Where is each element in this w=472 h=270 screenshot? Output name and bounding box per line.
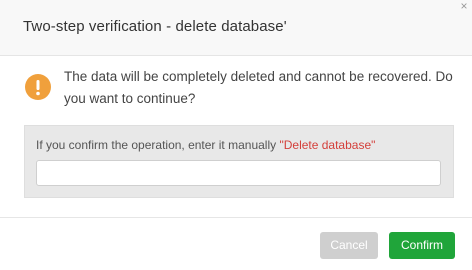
confirm-instruction: If you confirm the operation, enter it m… — [36, 138, 375, 152]
confirm-panel: If you confirm the operation, enter it m… — [24, 125, 454, 198]
dialog-header: Two-step verification - delete database'… — [0, 0, 472, 56]
cancel-button[interactable]: Cancel — [320, 232, 378, 259]
dialog-footer: Cancel Confirm — [0, 217, 472, 270]
exclamation-circle-icon — [25, 74, 51, 100]
confirm-prompt: If you confirm the operation, enter it m… — [36, 138, 280, 152]
confirm-button[interactable]: Confirm — [389, 232, 455, 259]
confirm-keyword: "Delete database" — [279, 138, 376, 152]
close-icon[interactable]: × — [458, 0, 470, 12]
warning-message: The data will be completely deleted and … — [64, 69, 453, 106]
delete-database-dialog: Two-step verification - delete database'… — [0, 0, 472, 270]
dialog-title: Two-step verification - delete database' — [23, 18, 287, 35]
confirm-text-input[interactable] — [36, 160, 441, 186]
